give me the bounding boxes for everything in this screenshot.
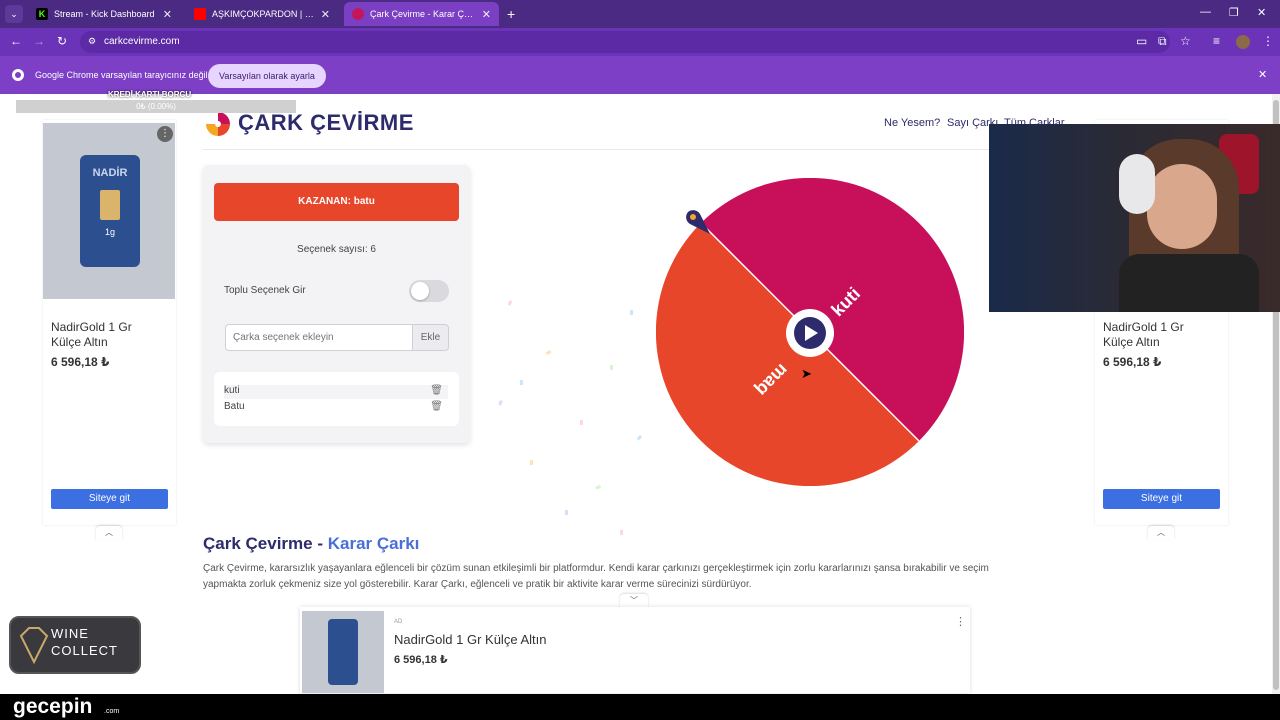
tab-title: Stream - Kick Dashboard [54, 9, 155, 19]
tab-cark-cevirme[interactable]: Çark Çevirme - Karar Çarkı! ✕ [344, 2, 499, 26]
wheel-pointer-icon [686, 210, 710, 234]
left-ad-visit-button[interactable]: Siteye git [51, 489, 168, 509]
url-field[interactable]: ⚙ carkcevirme.com [80, 31, 1170, 53]
bottom-ad-image [302, 611, 384, 693]
cast-icon[interactable]: ▭ [1136, 34, 1147, 48]
bookmark-star-icon[interactable]: ☆ [1180, 34, 1191, 48]
set-default-button[interactable]: Varsayılan olarak ayarla [208, 64, 326, 88]
wine-line1: WINE [51, 626, 89, 641]
left-ad-product-name[interactable]: NadirGold 1 Gr Külçe Altın [51, 320, 161, 350]
browser-tab-bar: ⌄ K Stream - Kick Dashboard ✕ AŞKIMÇOKPA… [0, 0, 1280, 28]
kredi-progress-bar: 0₺ (0.00%) [16, 100, 296, 113]
tab-kick-dashboard[interactable]: K Stream - Kick Dashboard ✕ [28, 2, 180, 26]
minimize-icon[interactable]: — [1200, 6, 1211, 18]
reload-icon[interactable]: ↻ [57, 34, 67, 48]
gecepin-suffix: .com [104, 708, 120, 715]
restore-icon[interactable]: ❐ [1229, 6, 1239, 19]
back-icon[interactable]: ← [10, 34, 22, 48]
forward-icon[interactable]: → [33, 34, 45, 48]
bottom-ad-price: 6 596,18 ₺ [394, 654, 448, 666]
wine-line2: COLLECT [51, 643, 118, 658]
wine-collect-logo: WINE COLLECT [9, 616, 141, 674]
gecepin-banner: gecepin .com [0, 694, 1280, 720]
gecepin-logo: gecepin [13, 695, 93, 718]
option-list [214, 372, 459, 426]
url-text: carkcevirme.com [104, 36, 180, 47]
menu-kebab-icon[interactable]: ⋮ [1262, 34, 1274, 48]
option-count: Seçenek sayısı: 6 [297, 244, 376, 255]
header-divider [203, 149, 1073, 150]
left-ad-price: 6 596,18 ₺ [51, 355, 110, 369]
add-option-button[interactable]: Ekle [412, 324, 449, 351]
bottom-ad-banner[interactable]: AD NadirGold 1 Gr Külçe Altın 6 596,18 ₺… [300, 607, 970, 693]
winner-banner: KAZANAN: batu [214, 183, 459, 221]
ad-menu-icon[interactable]: ⋮ [955, 615, 966, 628]
right-ad-price: 6 596,18 ₺ [1103, 355, 1162, 369]
youtube-icon [194, 8, 206, 20]
credit-card-overlay: KREDİ KARTI BORCU 0₺ (0.00%) [16, 90, 296, 116]
infobar-text: Google Chrome varsayılan tarayıcınız değ… [35, 70, 208, 80]
kick-icon: K [36, 8, 48, 20]
list-item[interactable]: Batu 🗑 [224, 401, 448, 415]
streamer-webcam [989, 124, 1280, 312]
close-tab-icon[interactable]: ✕ [482, 8, 491, 21]
tab-title: Çark Çevirme - Karar Çarkı! [370, 9, 476, 19]
bulk-entry-toggle[interactable] [409, 280, 449, 302]
right-ad-visit-button[interactable]: Siteye git [1103, 489, 1220, 509]
new-tab-icon[interactable]: + [507, 6, 515, 22]
nav-ne-yesem[interactable]: Ne Yesem? [884, 117, 940, 129]
tab-youtube[interactable]: AŞKIMÇOKPARDON | Madara C ✕ [186, 2, 338, 26]
option-input[interactable] [225, 324, 413, 351]
close-tab-icon[interactable]: ✕ [163, 8, 172, 21]
infobar-close-icon[interactable]: ✕ [1258, 68, 1267, 81]
bottom-ad-collapse-icon[interactable]: ﹀ [620, 594, 648, 608]
ad-badge: AD [394, 619, 403, 625]
default-browser-infobar: Google Chrome varsayılan tarayıcınız değ… [0, 56, 1280, 94]
toggle-knob [411, 282, 429, 300]
close-tab-icon[interactable]: ✕ [321, 8, 330, 21]
mouse-cursor-icon: ➤ [801, 366, 812, 381]
media-icon[interactable]: ≡ [1213, 34, 1220, 48]
right-ad-product-name[interactable]: NadirGold 1 Gr Külçe Altın [1103, 320, 1213, 350]
trash-icon[interactable]: 🗑 [430, 385, 443, 396]
article-title: Çark Çevirme - Karar Çarkı [203, 534, 419, 554]
product-brand: NADİR [92, 167, 128, 179]
kredi-title: KREDİ KARTI BORCU [108, 90, 192, 99]
trash-icon[interactable]: 🗑 [430, 401, 443, 412]
bulk-entry-label: Toplu Seçenek Gir [224, 285, 306, 296]
article-title-part1: Çark Çevirme - [203, 534, 328, 553]
close-window-icon[interactable]: ✕ [1257, 6, 1266, 19]
ad-menu-icon[interactable]: ⋮ [157, 126, 173, 142]
tab-title: AŞKIMÇOKPARDON | Madara C [212, 9, 315, 19]
translate-icon[interactable]: ⧉ [1158, 34, 1167, 49]
tab-search-button[interactable]: ⌄ [5, 5, 23, 23]
kredi-value: 0₺ (0.00%) [136, 102, 176, 111]
list-item[interactable]: kuti 🗑 [224, 385, 448, 399]
cark-favicon-icon [352, 8, 364, 20]
left-ad-collapse-icon[interactable]: ︿ [96, 526, 122, 540]
product-weight: 1g [104, 227, 115, 237]
bottom-ad-product-name[interactable]: NadirGold 1 Gr Külçe Altın [394, 632, 546, 647]
chrome-icon [12, 69, 24, 81]
profile-avatar[interactable] [1236, 35, 1250, 49]
product-image: NADİR 1g [43, 123, 175, 299]
option-label: Batu [224, 401, 245, 412]
option-label: kuti [224, 385, 240, 396]
right-ad-collapse-icon[interactable]: ︿ [1148, 526, 1174, 540]
site-info-icon[interactable]: ⚙ [88, 36, 96, 47]
article-title-part2: Karar Çarkı [327, 534, 420, 553]
article-body: Çark Çevirme, kararsızlık yaşayanlara eğ… [203, 563, 989, 590]
